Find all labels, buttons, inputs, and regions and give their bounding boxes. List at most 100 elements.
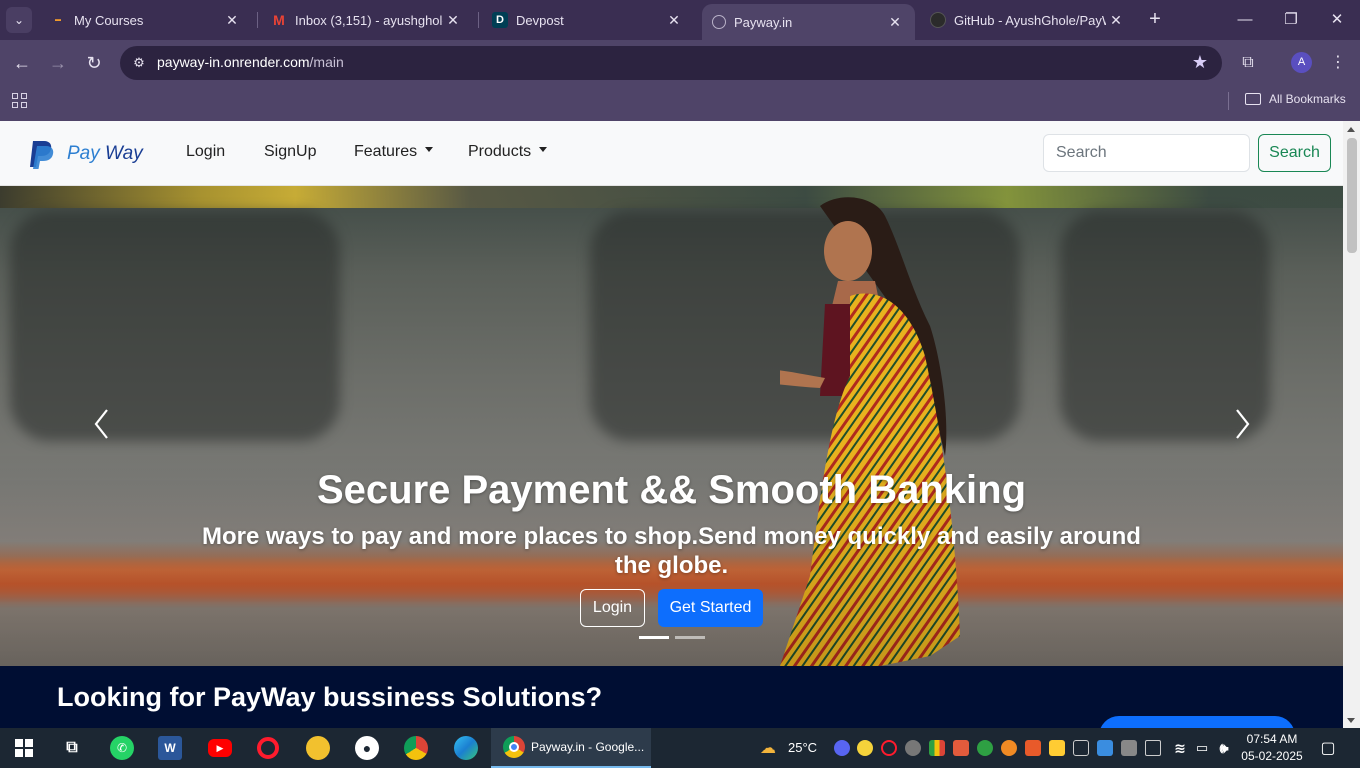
browser-toolbar: ← → ↻ ⚙ payway-in.onrender.com/main ★ ⧉ … [0, 40, 1360, 86]
hero-login-button[interactable]: Login [580, 589, 645, 627]
tab-separator [478, 12, 479, 28]
caret-down-icon [425, 147, 434, 153]
address-bar[interactable]: ⚙ payway-in.onrender.com/main ★ [120, 46, 1222, 80]
usb-icon[interactable] [1073, 740, 1089, 756]
reload-icon[interactable]: ↻ [82, 51, 106, 75]
paypal-logo-icon [30, 141, 54, 169]
tray-app-icon[interactable] [1001, 740, 1017, 756]
opera-tray-icon[interactable] [881, 740, 897, 756]
wifi-icon[interactable]: ≋ [1168, 736, 1192, 760]
windows-taskbar: ⧉ ✆ W ▶ ● Payway.in - Google... ☁ 25°C ≋… [0, 728, 1360, 768]
brand-logo[interactable]: Pay Way [27, 139, 143, 169]
github-desktop-icon[interactable]: ● [355, 736, 379, 760]
gmail-icon: M [273, 12, 285, 28]
tab-devpost[interactable]: D Devpost ✕ [482, 4, 694, 36]
get-started-button[interactable]: Get Started [658, 589, 763, 627]
whatsapp-icon[interactable]: ✆ [110, 736, 134, 760]
folder-icon [1245, 93, 1261, 105]
temperature[interactable]: 25°C [788, 740, 817, 755]
new-tab-button[interactable]: + [1143, 8, 1167, 32]
close-icon[interactable]: ✕ [664, 12, 684, 29]
tab-separator [257, 12, 258, 28]
lemon-app-icon[interactable] [306, 736, 330, 760]
devpost-icon: D [492, 12, 508, 28]
minimize-button[interactable]: — [1222, 8, 1268, 32]
weather-icon[interactable]: ☁ [756, 736, 780, 760]
nav-features-dropdown[interactable]: Features [354, 143, 434, 161]
youtube-icon[interactable]: ▶ [208, 739, 232, 757]
carousel-next-icon[interactable] [1232, 404, 1252, 444]
menu-kebab-icon[interactable]: ⋮ [1326, 51, 1350, 75]
scroll-up-icon[interactable] [1347, 127, 1355, 132]
close-icon[interactable]: ✕ [443, 12, 463, 29]
github-icon [930, 12, 946, 28]
windows-start-icon[interactable] [12, 736, 36, 760]
back-icon[interactable]: ← [10, 51, 34, 75]
nav-products-dropdown[interactable]: Products [468, 143, 548, 161]
bookmarks-bar: All Bookmarks [0, 86, 1360, 121]
tray-app-icon[interactable] [1049, 740, 1065, 756]
bookmark-star-icon[interactable]: ★ [1192, 52, 1208, 73]
apps-grid-icon[interactable] [12, 93, 28, 109]
url-text[interactable]: payway-in.onrender.com/main [157, 54, 344, 70]
steam-icon[interactable] [905, 740, 921, 756]
tab-my-courses[interactable]: ▬ My Courses ✕ [40, 4, 252, 36]
edge-icon[interactable] [454, 736, 478, 760]
close-icon[interactable]: ✕ [1106, 12, 1126, 29]
bookmark-separator [1228, 92, 1229, 110]
tray-app-icon[interactable] [977, 740, 993, 756]
chrome-icon [503, 736, 525, 758]
extensions-icon[interactable]: ⧉ [1236, 51, 1260, 75]
carousel-prev-icon[interactable] [92, 404, 112, 444]
caret-down-icon [539, 147, 548, 153]
stats-tray-icon[interactable] [929, 740, 945, 756]
volume-icon[interactable]: 🕪 [1212, 736, 1236, 760]
forward-icon[interactable]: → [46, 51, 70, 75]
brand-name: Pay Way [67, 143, 143, 164]
taskbar-chrome-window[interactable]: Payway.in - Google... [491, 728, 651, 768]
hero-carousel: Secure Payment && Smooth Banking More wa… [0, 186, 1343, 666]
tray-app-icon[interactable] [1025, 740, 1041, 756]
notifications-icon[interactable]: ▢ [1316, 736, 1340, 760]
site-navbar: Pay Way Login SignUp Features Products S… [0, 121, 1343, 186]
all-bookmarks-button[interactable]: All Bookmarks [1245, 92, 1346, 106]
scroll-down-icon[interactable] [1347, 718, 1355, 723]
tab-search-button[interactable]: ⌄ [6, 7, 32, 33]
task-view-icon[interactable]: ⧉ [60, 736, 84, 760]
clock[interactable]: 07:54 AM 05-02-2025 [1240, 731, 1304, 765]
page-scrollbar[interactable] [1343, 121, 1360, 728]
course-logo-icon: ▬ [55, 17, 61, 23]
profile-avatar[interactable]: A [1291, 52, 1312, 73]
tab-inbox[interactable]: M Inbox (3,151) - ayushghole@ ✕ [261, 4, 473, 36]
carousel-indicator-1[interactable] [639, 636, 669, 639]
search-button[interactable]: Search [1258, 134, 1331, 172]
tab-payway[interactable]: Payway.in ✕ [702, 4, 915, 40]
nav-login[interactable]: Login [186, 143, 225, 161]
tray-app-icon[interactable] [1121, 740, 1137, 756]
chrome-icon[interactable] [404, 736, 428, 760]
close-icon[interactable]: ✕ [222, 12, 242, 29]
globe-icon [712, 15, 726, 29]
tray-app-icon[interactable] [1097, 740, 1113, 756]
hero-title: Secure Payment && Smooth Banking [316, 468, 1027, 512]
nav-signup[interactable]: SignUp [264, 143, 316, 161]
close-icon[interactable]: ✕ [885, 14, 905, 31]
business-heading: Looking for PayWay bussiness Solutions? [57, 682, 603, 712]
opera-icon[interactable] [257, 737, 279, 759]
tab-strip: ⌄ ▬ My Courses ✕ M Inbox (3,151) - ayush… [0, 0, 1360, 40]
site-info-icon[interactable]: ⚙ [130, 54, 148, 72]
business-cta-button[interactable] [1099, 716, 1295, 728]
search-input[interactable] [1043, 134, 1250, 172]
tray-app-icon[interactable] [857, 740, 873, 756]
tray-app-icon[interactable] [953, 740, 969, 756]
scroll-thumb[interactable] [1347, 138, 1357, 253]
word-icon[interactable]: W [158, 736, 182, 760]
discord-icon[interactable] [834, 740, 850, 756]
battery-icon[interactable]: ▭ [1190, 736, 1214, 760]
web-page: Pay Way Login SignUp Features Products S… [0, 121, 1343, 728]
carousel-indicator-2[interactable] [675, 636, 705, 639]
tab-github[interactable]: GitHub - AyushGhole/PayWa ✕ [920, 4, 1136, 36]
restore-button[interactable]: ❐ [1268, 8, 1314, 32]
close-window-button[interactable]: ✕ [1314, 8, 1360, 32]
display-icon[interactable] [1145, 740, 1161, 756]
